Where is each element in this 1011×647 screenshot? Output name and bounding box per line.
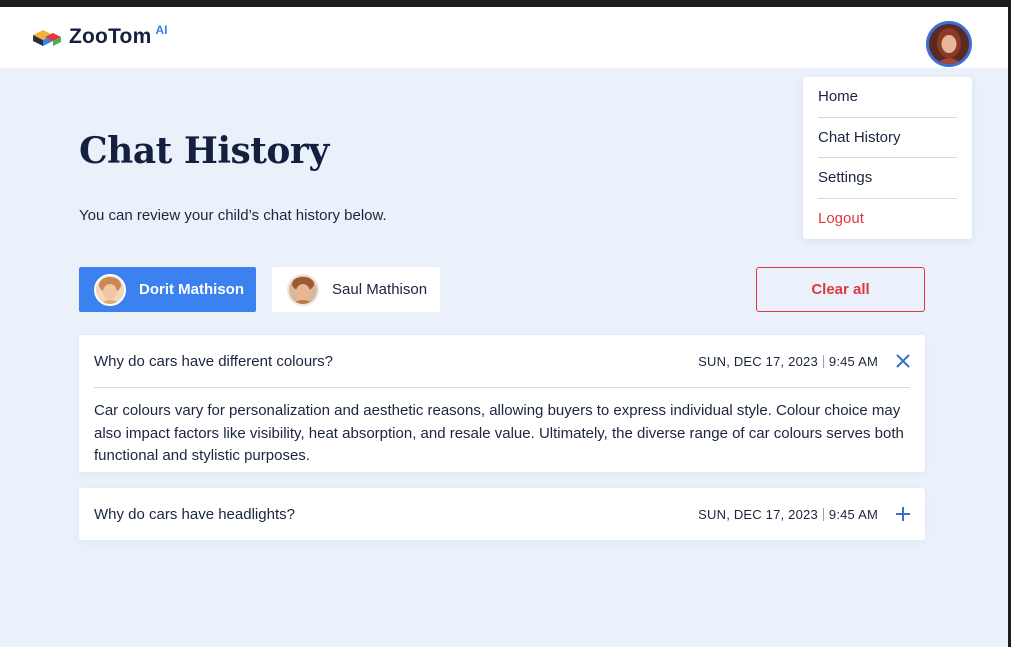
child-avatar-icon xyxy=(289,275,317,304)
window-top-bar xyxy=(0,0,1011,7)
logo-icon xyxy=(33,30,61,46)
plus-icon[interactable] xyxy=(896,507,910,521)
menu-item-chat-history[interactable]: Chat History xyxy=(818,118,957,158)
chat-question: Why do cars have different colours? xyxy=(94,352,334,370)
child-name: Dorit Mathison xyxy=(139,281,244,298)
page-title: Chat History xyxy=(79,130,329,172)
menu-item-settings[interactable]: Settings xyxy=(818,158,957,199)
child-avatar-icon xyxy=(96,275,124,304)
chat-time: 9:45 AM xyxy=(828,353,878,369)
child-tab-dorit[interactable]: Dorit Mathison xyxy=(79,267,256,312)
app-header: ZooTom AI xyxy=(0,7,1008,68)
user-avatar-icon xyxy=(929,24,969,64)
chat-card-header[interactable]: Why do cars have headlights? SUN, DEC 17… xyxy=(79,488,925,540)
chat-card-header[interactable]: Why do cars have different colours? SUN,… xyxy=(79,335,925,387)
child-tab-saul[interactable]: Saul Mathison xyxy=(272,267,440,312)
profile-dropdown-menu: Home Chat History Settings Logout xyxy=(803,77,972,239)
child-name: Saul Mathison xyxy=(332,281,428,298)
chat-answer-container: Car colours vary for personalization and… xyxy=(79,387,925,468)
close-icon[interactable] xyxy=(896,354,910,368)
timestamp-divider xyxy=(822,507,824,521)
brand-logo[interactable]: ZooTom AI xyxy=(31,23,168,49)
chat-answer: Car colours vary for personalization and… xyxy=(94,387,910,468)
chat-card: Why do cars have different colours? SUN,… xyxy=(79,335,925,472)
brand-name: ZooTom xyxy=(69,25,152,48)
chat-timestamp: SUN, DEC 17, 2023 9:45 AM xyxy=(698,354,878,369)
child-avatar xyxy=(94,273,126,306)
page-subtitle: You can review your child’s chat history… xyxy=(79,207,387,224)
chat-card: Why do cars have headlights? SUN, DEC 17… xyxy=(79,488,925,540)
menu-item-logout[interactable]: Logout xyxy=(818,199,957,240)
chat-time: 9:45 AM xyxy=(828,506,878,522)
timestamp-divider xyxy=(822,354,824,368)
brand-ai-badge: AI xyxy=(155,23,168,37)
profile-avatar[interactable] xyxy=(926,21,972,67)
chat-date: SUN, DEC 17, 2023 xyxy=(698,506,818,522)
clear-all-button[interactable]: Clear all xyxy=(756,267,925,312)
chat-timestamp: SUN, DEC 17, 2023 9:45 AM xyxy=(698,507,878,522)
child-avatar xyxy=(287,273,319,306)
chat-date: SUN, DEC 17, 2023 xyxy=(698,353,818,369)
chat-question: Why do cars have headlights? xyxy=(94,505,295,523)
menu-item-home[interactable]: Home xyxy=(818,77,957,118)
